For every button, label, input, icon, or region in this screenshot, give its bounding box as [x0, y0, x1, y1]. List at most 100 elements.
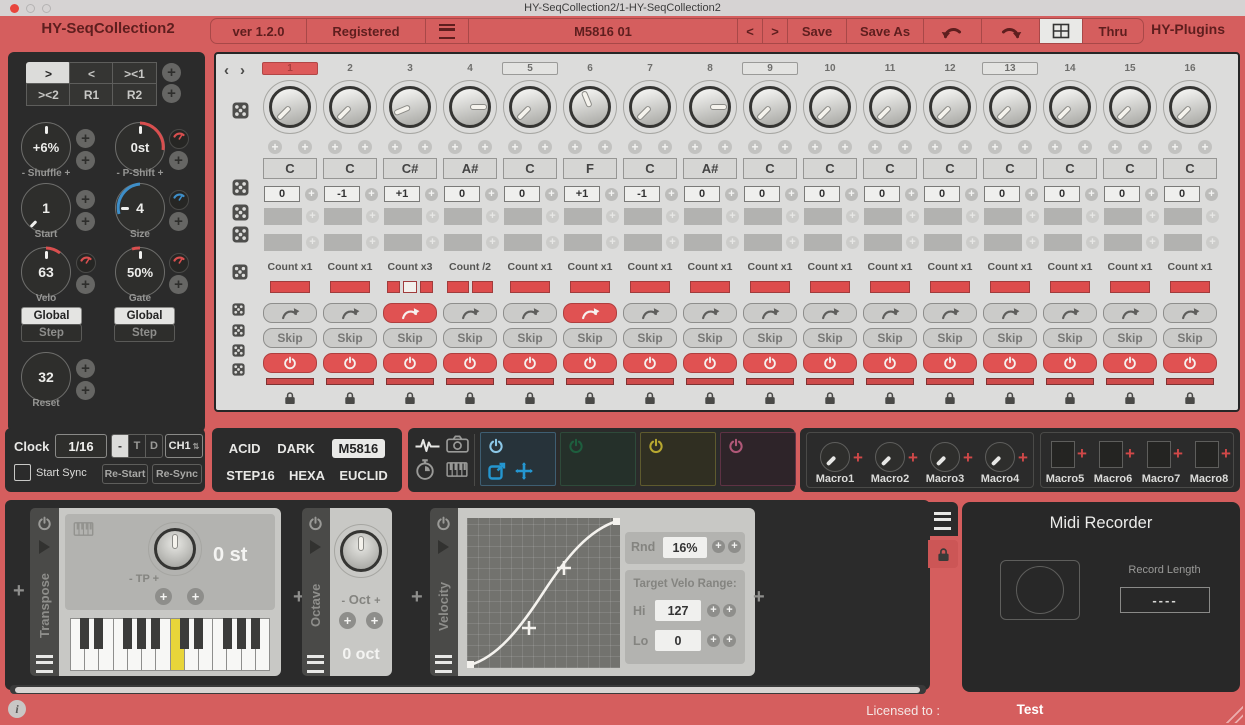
zoom-window-button[interactable]	[42, 4, 51, 13]
note-mod-plus-button[interactable]: +	[358, 140, 372, 154]
macro-slider-7[interactable]	[1147, 441, 1171, 468]
count-indicator[interactable]	[382, 281, 438, 293]
hi-value[interactable]: 127	[655, 600, 701, 621]
inactive-slider-1[interactable]	[1044, 208, 1082, 225]
slider-mod-plus-button[interactable]: +	[786, 210, 799, 223]
note-mod-plus-button[interactable]: +	[298, 140, 312, 154]
octave-mod-plus-button[interactable]: +	[605, 188, 618, 201]
lock-row[interactable]	[982, 391, 1038, 405]
slider-mod-plus-button[interactable]: +	[1206, 236, 1219, 249]
mode-tab-step16[interactable]: STEP16	[226, 468, 274, 483]
step-octave-value[interactable]: 0	[984, 186, 1020, 202]
start-mod-plus-button[interactable]: +	[76, 190, 95, 209]
redo-button[interactable]	[982, 19, 1040, 43]
note-knob[interactable]	[383, 80, 437, 134]
slot1-power-icon[interactable]	[488, 438, 504, 459]
playmode-backward-button[interactable]: <	[69, 62, 114, 85]
macro-assign-plus-button[interactable]: +	[1018, 449, 1028, 466]
count-indicator[interactable]	[802, 281, 858, 293]
skip-button[interactable]: Skip	[1163, 328, 1217, 348]
step-power-button[interactable]	[263, 353, 317, 373]
dice-random-icon[interactable]	[232, 303, 245, 321]
slider-mod-plus-button[interactable]: +	[546, 236, 559, 249]
probability-bar[interactable]	[626, 378, 674, 385]
macro-assign-plus-button[interactable]: +	[1125, 445, 1135, 462]
skip-button[interactable]: Skip	[863, 328, 917, 348]
octave-mod-plus-button[interactable]: +	[1145, 188, 1158, 201]
slider-mod-plus-button[interactable]: +	[1086, 236, 1099, 249]
octave-mod-plus-button[interactable]: +	[305, 188, 318, 201]
rnd-mod-plus-button[interactable]: +	[728, 540, 741, 553]
note-value[interactable]: C	[863, 158, 917, 179]
step-power-button[interactable]	[863, 353, 917, 373]
octave-mod-plus-button[interactable]: +	[965, 188, 978, 201]
slider-mod-plus-button[interactable]: +	[1026, 210, 1039, 223]
gate-knob[interactable]: 50%	[115, 247, 165, 297]
slot3-power-icon[interactable]	[648, 438, 664, 459]
slider-mod-plus-button[interactable]: +	[846, 210, 859, 223]
shuffle-mod-plus-button[interactable]: +	[76, 129, 95, 148]
clock-mod-straight-button[interactable]: -	[112, 435, 128, 457]
lock-row[interactable]	[682, 391, 738, 405]
step-octave-value[interactable]: -1	[324, 186, 360, 202]
note-value[interactable]: A#	[443, 158, 497, 179]
gate-step-button[interactable]: Step	[114, 324, 175, 342]
step-power-button[interactable]	[983, 353, 1037, 373]
skip-button[interactable]: Skip	[623, 328, 677, 348]
transpose-play-icon[interactable]	[39, 540, 50, 554]
mode-tab-hexa[interactable]: HEXA	[289, 468, 325, 483]
probability-bar[interactable]	[806, 378, 854, 385]
step-octave-value[interactable]: 0	[804, 186, 840, 202]
macro-assign-plus-button[interactable]: +	[963, 449, 973, 466]
inactive-slider-1[interactable]	[504, 208, 542, 225]
transpose-mod-plus-button[interactable]: +	[187, 588, 204, 605]
inactive-slider-2[interactable]	[684, 234, 722, 251]
note-mod-plus-button[interactable]: +	[838, 140, 852, 154]
step-power-button[interactable]	[443, 353, 497, 373]
probability-bar[interactable]	[686, 378, 734, 385]
inactive-slider-2[interactable]	[924, 234, 962, 251]
note-knob[interactable]	[1103, 80, 1157, 134]
skip-button[interactable]: Skip	[323, 328, 377, 348]
repeat-button[interactable]	[923, 303, 977, 323]
note-knob[interactable]	[923, 80, 977, 134]
repeat-button[interactable]	[443, 303, 497, 323]
step-power-button[interactable]	[1043, 353, 1097, 373]
note-mod-plus-button[interactable]: +	[1078, 140, 1092, 154]
velo-step-button[interactable]: Step	[21, 324, 82, 342]
step-octave-value[interactable]: 0	[1044, 186, 1080, 202]
lock-row[interactable]	[742, 391, 798, 405]
note-mod-plus-button[interactable]: +	[508, 140, 522, 154]
velo-mod-indicator[interactable]	[76, 253, 96, 273]
playmode-random1-button[interactable]: R1	[69, 83, 114, 106]
slider-mod-plus-button[interactable]: +	[666, 210, 679, 223]
inactive-slider-2[interactable]	[624, 234, 662, 251]
inactive-slider-2[interactable]	[984, 234, 1022, 251]
clock-mod-triplet-button[interactable]: T	[128, 435, 145, 457]
note-knob[interactable]	[683, 80, 737, 134]
step-octave-value[interactable]: +1	[384, 186, 420, 202]
playmode-pingpong2-button[interactable]: ><2	[26, 83, 71, 106]
inactive-slider-1[interactable]	[444, 208, 482, 225]
skip-button[interactable]: Skip	[803, 328, 857, 348]
count-indicator[interactable]	[982, 281, 1038, 293]
velo-mod-plus-button[interactable]: +	[76, 275, 95, 294]
undo-button[interactable]	[924, 19, 982, 43]
repeat-button[interactable]	[743, 303, 797, 323]
step-octave-value[interactable]: 0	[1164, 186, 1200, 202]
velocity-drag-handle-icon[interactable]	[435, 655, 452, 673]
slider-mod-plus-button[interactable]: +	[546, 210, 559, 223]
minimize-window-button[interactable]	[26, 4, 35, 13]
skip-button[interactable]: Skip	[563, 328, 617, 348]
inactive-slider-1[interactable]	[984, 208, 1022, 225]
midi-channel-select[interactable]: CH1⇅	[165, 434, 203, 458]
black-key[interactable]	[251, 618, 260, 649]
gate-mod-indicator[interactable]	[169, 253, 189, 273]
black-key[interactable]	[180, 618, 189, 649]
slider-mod-plus-button[interactable]: +	[366, 210, 379, 223]
note-mod-plus-button[interactable]: +	[388, 140, 402, 154]
inactive-slider-2[interactable]	[864, 234, 902, 251]
black-key[interactable]	[80, 618, 89, 649]
note-knob[interactable]	[323, 80, 377, 134]
note-mod-plus-button[interactable]: +	[598, 140, 612, 154]
